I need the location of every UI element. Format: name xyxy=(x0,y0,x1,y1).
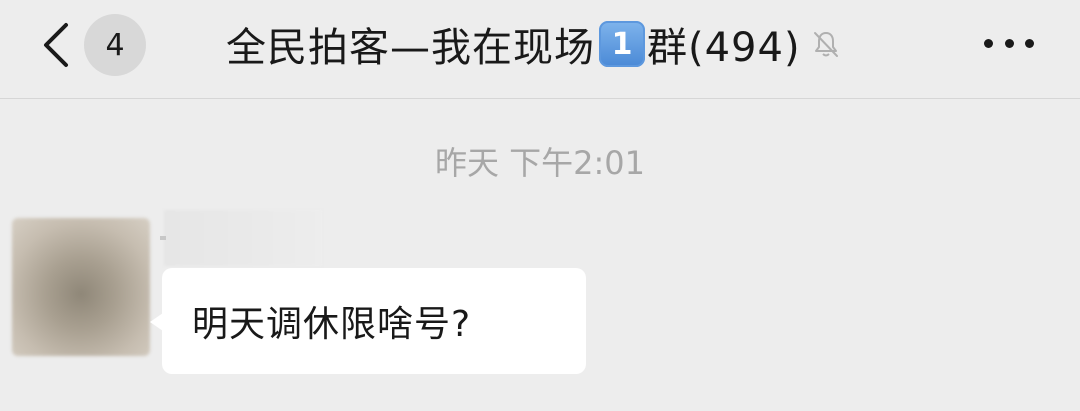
chat-header: 4 全民拍客—我在现场 1 群(494) xyxy=(0,0,1080,98)
sender-avatar[interactable] xyxy=(12,218,150,356)
muted-bell-icon xyxy=(813,32,838,57)
dot xyxy=(984,38,993,48)
unread-count-badge[interactable]: 4 xyxy=(84,14,146,76)
dot xyxy=(1004,38,1014,48)
chat-title-prefix: 全民拍客—我在现场 xyxy=(226,25,595,71)
dot xyxy=(1025,38,1034,48)
unread-count-text: 4 xyxy=(105,27,125,63)
message-bubble[interactable]: 明天调休限啥号? xyxy=(162,268,586,374)
sender-name-fragment xyxy=(160,236,166,240)
message-text: 明天调休限啥号? xyxy=(192,304,472,345)
back-chevron-icon[interactable] xyxy=(36,22,76,68)
more-options-icon[interactable] xyxy=(984,36,1034,50)
sender-name-blurred xyxy=(164,210,322,266)
header-divider xyxy=(0,98,1080,99)
message-timestamp: 昨天 下午2:01 xyxy=(434,144,646,182)
chat-title-area[interactable]: 全民拍客—我在现场 1 群(494) xyxy=(226,16,841,72)
keycap-one-emoji: 1 xyxy=(599,21,645,67)
chat-title-suffix: 群(494) xyxy=(647,25,801,71)
